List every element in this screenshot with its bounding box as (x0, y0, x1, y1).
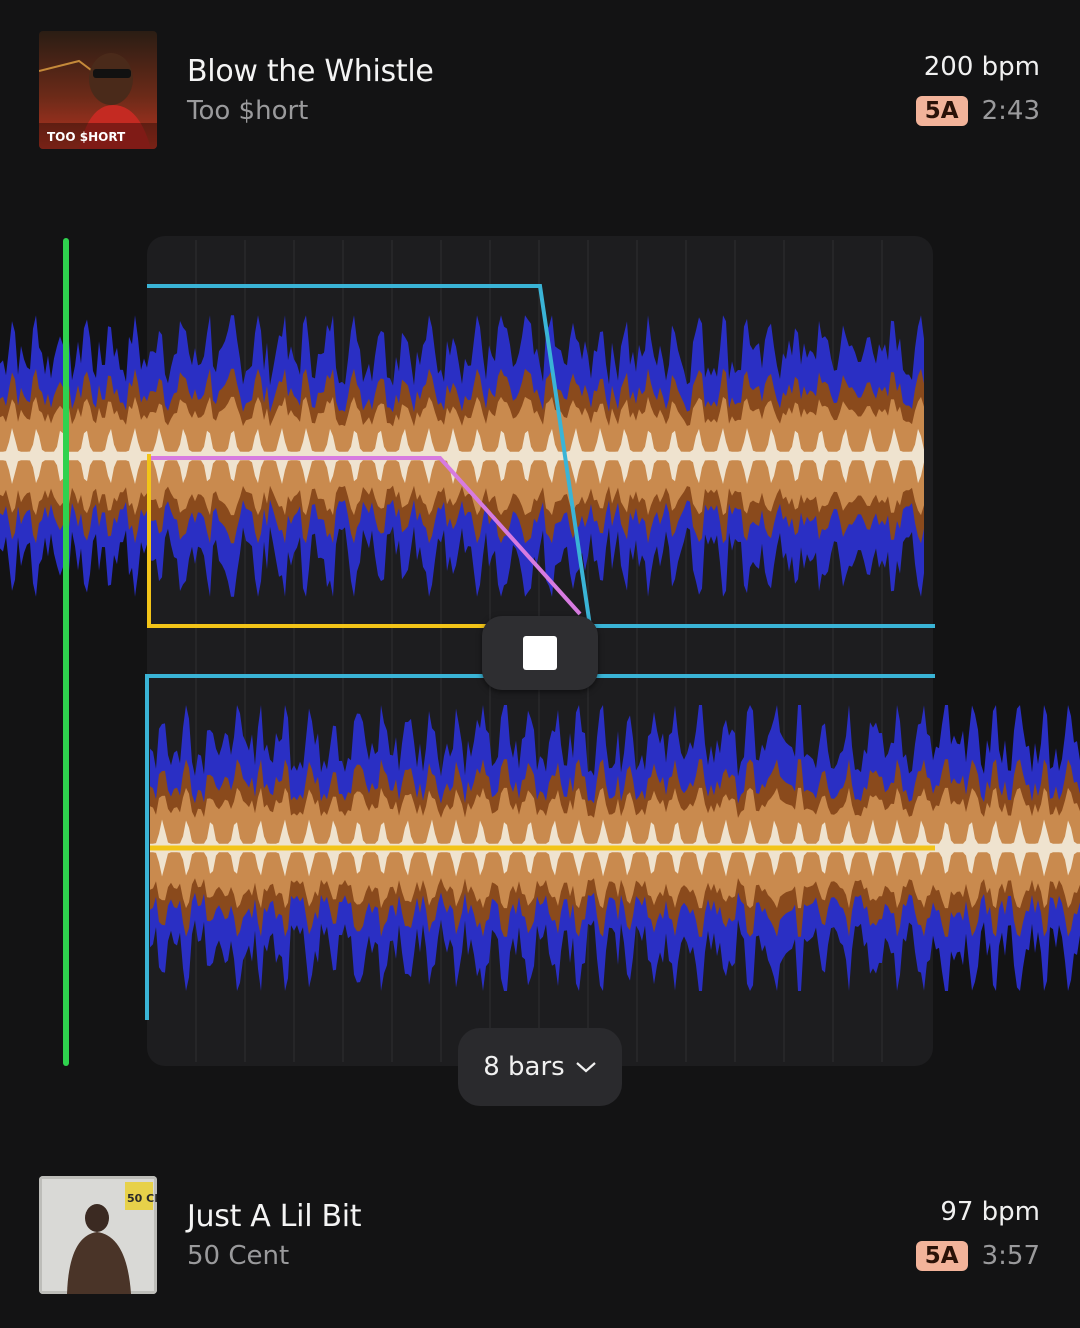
deck-a-art-text: TOO $HORT (47, 130, 126, 144)
playhead[interactable] (63, 238, 69, 1066)
deck-a-key-badge: 5A (915, 96, 968, 126)
deck-a-artist: Too $hort (187, 96, 309, 126)
deck-b-bpm: 97 bpm (940, 1197, 1040, 1227)
deck-a-title: Blow the Whistle (187, 54, 434, 89)
deck-b-key-badge: 5A (915, 1241, 968, 1271)
deck-a-duration: 2:43 (981, 96, 1040, 126)
chevron-down-icon (576, 1062, 596, 1073)
deck-a-album-art: TOO $HORT (39, 31, 157, 149)
deck-b-meta: 5A 3:57 (915, 1241, 1040, 1271)
deck-a-meta: 5A 2:43 (915, 96, 1040, 126)
deck-b-artist: 50 Cent (187, 1241, 290, 1271)
stop-icon (523, 636, 557, 670)
transition-length-label: 8 bars (483, 1052, 565, 1082)
deck-b-track-info[interactable]: 50 CENT Just A Lil Bit 50 Cent 97 bpm 5A… (0, 1173, 1080, 1323)
stop-button[interactable] (482, 616, 598, 690)
deck-b-art-text: 50 CENT (127, 1192, 157, 1205)
deck-a-waveform (0, 315, 924, 597)
deck-b-title: Just A Lil Bit (187, 1199, 362, 1234)
deck-b-duration: 3:57 (981, 1241, 1040, 1271)
deck-a-bpm: 200 bpm (923, 52, 1040, 82)
deck-a-track-info[interactable]: TOO $HORT Blow the Whistle Too $hort 200… (0, 28, 1080, 178)
transition-editor[interactable]: 8 bars (0, 236, 1080, 1106)
deck-b-album-art: 50 CENT (39, 1176, 157, 1294)
transition-length-selector[interactable]: 8 bars (458, 1028, 622, 1106)
